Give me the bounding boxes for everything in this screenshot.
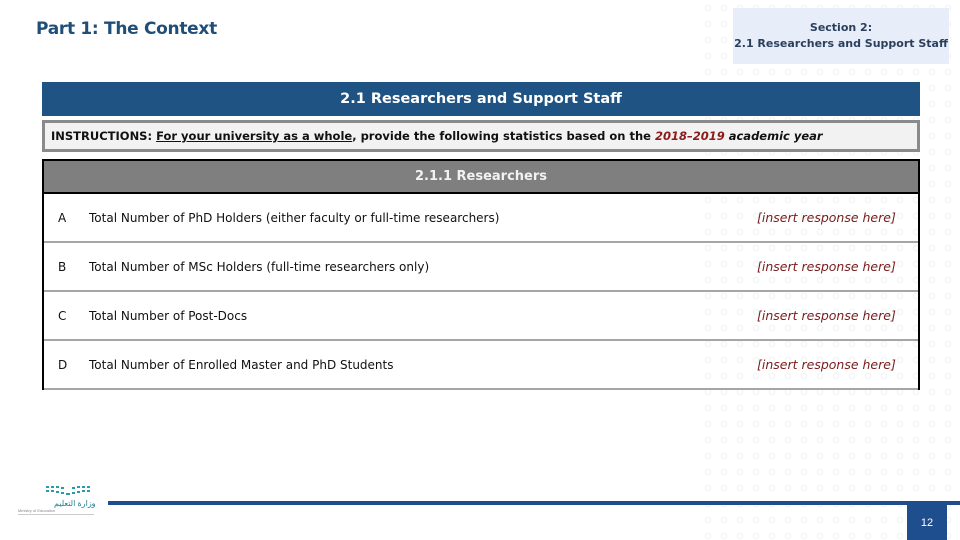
response-field[interactable]: [insert response here] <box>757 210 896 225</box>
footer-rule <box>108 501 960 505</box>
ministry-logo: وزارة التعليم Ministry of Education <box>16 484 96 530</box>
instructions-prefix: INSTRUCTIONS: <box>51 129 153 143</box>
academic-year: 2018–2019 <box>654 129 725 143</box>
book-logo-icon <box>46 486 90 495</box>
part-title: Part 1: The Context <box>36 19 217 39</box>
response-field[interactable]: [insert response here] <box>757 308 896 323</box>
instructions-text: , provide the following statistics based… <box>352 129 651 143</box>
row-letter: D <box>58 357 68 372</box>
page-number: 12 <box>907 505 947 540</box>
section-number: Section 2: <box>809 21 873 34</box>
table-row: A Total Number of PhD Holders (either fa… <box>44 194 918 243</box>
section-header: 2.1 Researchers and Support Staff <box>42 82 920 116</box>
instructions-scope: For your university as a whole <box>156 129 353 143</box>
table-row: D Total Number of Enrolled Master and Ph… <box>44 341 918 390</box>
section-name: 2.1 Researchers and Support Staff <box>734 37 948 50</box>
response-field[interactable]: [insert response here] <box>757 259 896 274</box>
row-letter: B <box>58 259 67 274</box>
researchers-table: 2.1.1 Researchers A Total Number of PhD … <box>42 159 920 390</box>
instructions-box: INSTRUCTIONS: For your university as a w… <box>42 120 920 152</box>
table-row: C Total Number of Post-Docs [insert resp… <box>44 292 918 341</box>
table-title: 2.1.1 Researchers <box>44 159 918 194</box>
section-label-box: Section 2: 2.1 Researchers and Support S… <box>733 8 949 64</box>
logo-arabic-text: وزارة التعليم <box>54 499 96 508</box>
instructions-suffix: academic year <box>728 129 823 143</box>
table-row: B Total Number of MSc Holders (full-time… <box>44 243 918 292</box>
row-letter: C <box>58 308 67 323</box>
logo-english-text: Ministry of Education <box>18 508 56 513</box>
response-field[interactable]: [insert response here] <box>757 357 896 372</box>
logo-divider <box>18 514 94 515</box>
row-letter: A <box>58 210 67 225</box>
